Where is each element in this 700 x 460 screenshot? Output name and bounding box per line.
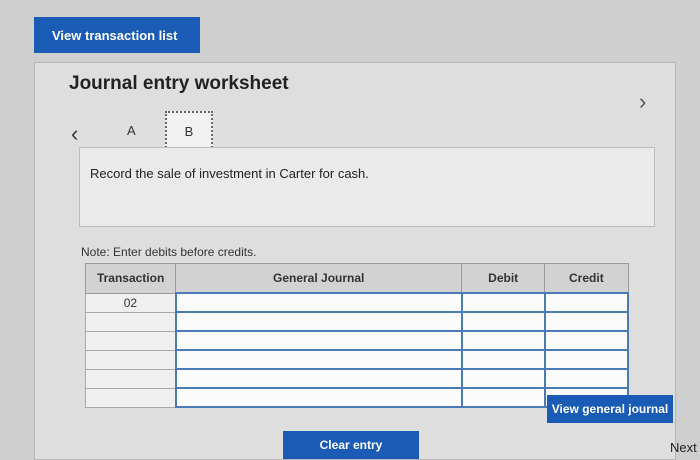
page-title: Journal entry worksheet: [69, 73, 289, 94]
debit-input[interactable]: [460, 330, 546, 351]
view-general-journal-button[interactable]: View general journal: [547, 395, 673, 423]
clear-entry-button[interactable]: Clear entry: [283, 431, 419, 459]
table-row: [84, 330, 630, 351]
transaction-cell: [84, 311, 177, 332]
chevron-left-icon[interactable]: ‹: [71, 121, 78, 147]
debit-input[interactable]: [460, 311, 546, 332]
chevron-right-icon[interactable]: ›: [639, 89, 646, 115]
debit-input[interactable]: [460, 349, 546, 370]
col-general-journal: General Journal: [175, 263, 463, 294]
debit-input[interactable]: [460, 368, 546, 389]
tab-b[interactable]: B: [165, 111, 213, 151]
credit-input[interactable]: [543, 311, 630, 332]
col-transaction: Transaction: [84, 263, 177, 294]
view-transaction-list-button[interactable]: View transaction list: [34, 17, 200, 53]
transaction-cell: 02: [84, 292, 177, 313]
table-row: 02: [84, 292, 630, 313]
credit-input[interactable]: [543, 349, 630, 370]
transaction-cell: [84, 387, 177, 408]
transaction-cell: [84, 349, 177, 370]
note-text: Note: Enter debits before credits.: [81, 245, 257, 259]
credit-input[interactable]: [543, 292, 630, 313]
journal-worksheet-panel: Journal entry worksheet ‹ › A B Record t…: [34, 62, 676, 460]
entry-description: Record the sale of investment in Carter …: [79, 147, 655, 227]
journal-input[interactable]: [174, 292, 463, 313]
table-row: [84, 368, 630, 389]
next-button[interactable]: Next: [670, 440, 697, 455]
journal-input[interactable]: [174, 349, 463, 370]
debit-input[interactable]: [460, 387, 546, 408]
col-credit: Credit: [544, 263, 629, 294]
credit-input[interactable]: [543, 330, 630, 351]
journal-input[interactable]: [174, 330, 463, 351]
tab-a[interactable]: A: [127, 123, 136, 138]
journal-input[interactable]: [174, 387, 463, 408]
transaction-cell: [84, 368, 177, 389]
journal-input[interactable]: [174, 368, 463, 389]
transaction-cell: [84, 330, 177, 351]
debit-input[interactable]: [460, 292, 546, 313]
col-debit: Debit: [461, 263, 546, 294]
table-row: [84, 349, 630, 370]
journal-input[interactable]: [174, 311, 463, 332]
table-row: [84, 311, 630, 332]
journal-table: Transaction General Journal Debit Credit…: [84, 263, 630, 408]
credit-input[interactable]: [543, 368, 630, 389]
